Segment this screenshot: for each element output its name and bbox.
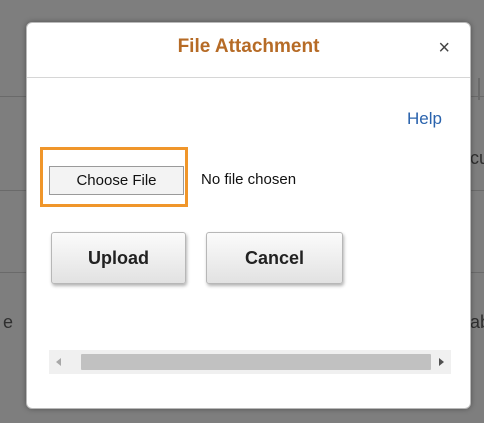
file-attachment-dialog: File Attachment × Help Choose File No fi…	[26, 22, 471, 409]
close-icon[interactable]: ×	[438, 37, 450, 59]
horizontal-scrollbar[interactable]	[49, 350, 451, 374]
background-text: cu	[470, 148, 484, 168]
chevron-right-icon[interactable]	[431, 350, 451, 374]
background-divider	[478, 78, 480, 100]
background-text: e	[3, 312, 14, 332]
dialog-header: File Attachment ×	[27, 23, 470, 78]
choose-file-button[interactable]: Choose File	[49, 166, 184, 195]
help-link[interactable]: Help	[407, 109, 442, 129]
upload-button[interactable]: Upload	[51, 232, 186, 284]
scrollbar-thumb[interactable]	[81, 354, 431, 370]
file-status-text: No file chosen	[201, 171, 297, 188]
cancel-button[interactable]: Cancel	[206, 232, 343, 284]
background-text: ab	[470, 312, 484, 332]
dialog-title: File Attachment	[177, 36, 320, 57]
chevron-left-icon[interactable]	[49, 350, 69, 374]
